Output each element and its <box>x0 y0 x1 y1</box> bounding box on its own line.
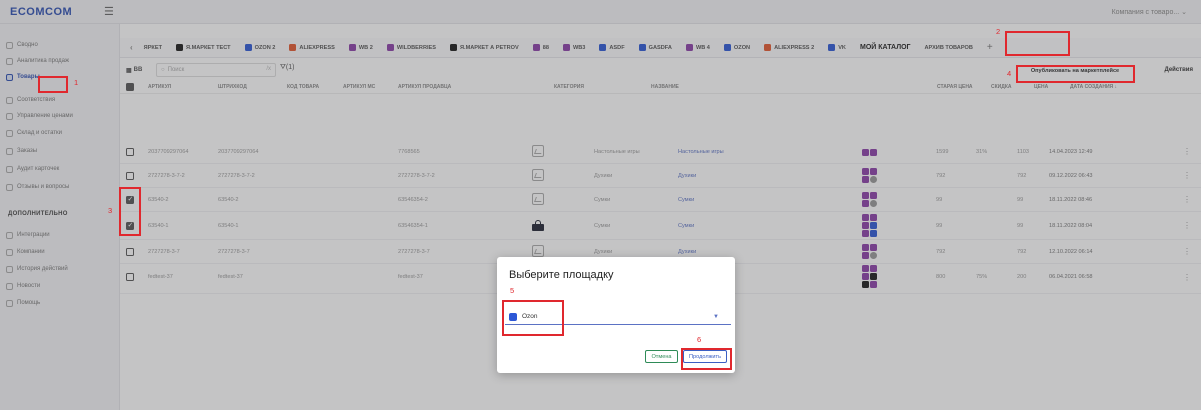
highlight-my-catalog <box>1005 31 1070 56</box>
highlight-continue <box>681 348 732 370</box>
dialog-title: Выберите площадку <box>509 269 614 281</box>
highlight-select <box>502 300 564 336</box>
annotation-number: 4 <box>1007 69 1012 78</box>
annotation-number: 6 <box>697 335 702 344</box>
annotation-number: 5 <box>510 286 515 295</box>
highlight-checkboxes <box>119 187 141 236</box>
annotation-number: 2 <box>996 27 1001 36</box>
annotation-number: 3 <box>108 206 113 215</box>
highlight-products <box>38 76 68 93</box>
annotation-number: 1 <box>74 78 79 87</box>
chevron-down-icon[interactable]: ▼ <box>713 314 719 320</box>
highlight-publish <box>1016 65 1135 83</box>
cancel-button[interactable]: Отмена <box>645 350 678 363</box>
